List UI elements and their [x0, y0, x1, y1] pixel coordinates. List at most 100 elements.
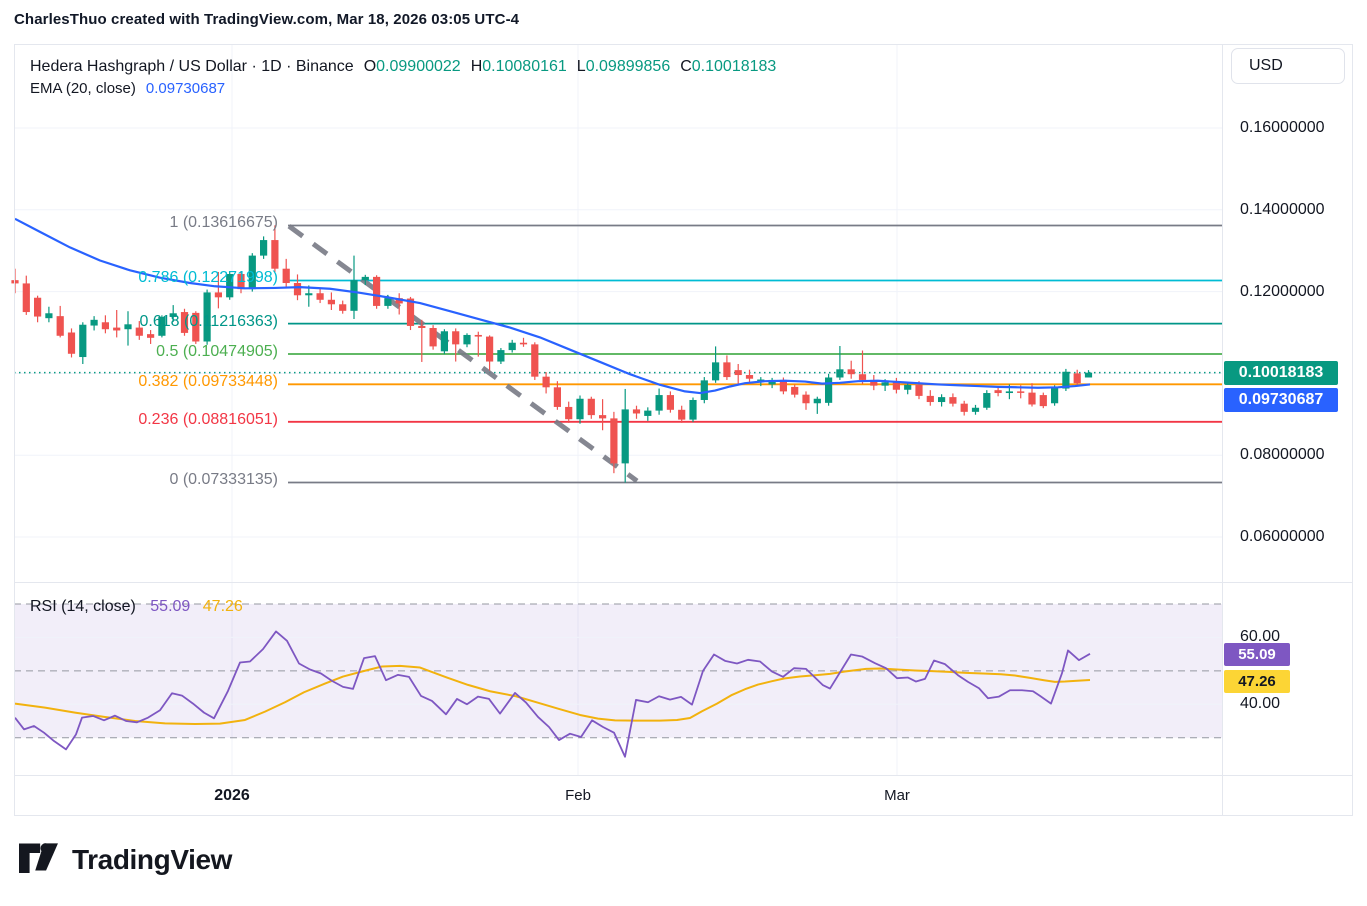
candle-body	[328, 300, 335, 304]
fib-level-label: 0.618 (0.11216363)	[0, 313, 278, 331]
price-axis-separator	[1222, 44, 1223, 815]
candle-body	[791, 387, 798, 395]
candle-body	[486, 337, 493, 362]
time-axis-label: Mar	[884, 787, 910, 804]
candle-body	[520, 343, 527, 345]
candle-body	[938, 397, 945, 402]
candle-body	[441, 331, 448, 351]
candle-body	[633, 409, 640, 413]
candle-body	[452, 331, 459, 344]
candle-body	[339, 304, 346, 311]
candle-body	[463, 335, 470, 344]
ohlc-key: H	[471, 58, 483, 75]
candle-body	[475, 335, 482, 337]
rsi-value-badge: 55.09	[1224, 643, 1290, 666]
candle-body	[1051, 387, 1058, 403]
tradingview-logo-icon	[19, 842, 59, 878]
candle-body	[317, 293, 324, 300]
candle-body	[497, 350, 504, 361]
time-axis-label: 2026	[214, 787, 250, 805]
tradingview-logo-text: TradingView	[72, 844, 232, 876]
candle-body	[610, 418, 617, 463]
time-axis-label: Feb	[565, 787, 591, 804]
price-axis-label: 0.14000000	[1240, 201, 1325, 219]
candle-body	[814, 399, 821, 403]
candle-body	[1006, 391, 1013, 393]
fib-level-label: 0.5 (0.10474905)	[0, 343, 278, 361]
candle-body	[656, 395, 663, 411]
chart-canvas[interactable]	[0, 0, 1367, 906]
candle-body	[949, 397, 956, 404]
candle-body	[622, 409, 629, 463]
candle-body	[430, 328, 437, 346]
candle-body	[995, 390, 1002, 393]
rsi-legend: RSI (14, close) 55.09 47.26	[30, 598, 243, 616]
candle-body	[802, 395, 809, 404]
fib-level-label: 0.382 (0.09733448)	[0, 373, 278, 391]
candle-body	[384, 298, 391, 306]
candle-body	[723, 362, 730, 377]
fib-level-label: 1 (0.13616675)	[0, 214, 278, 232]
candle-body	[147, 334, 154, 338]
candle-body	[576, 399, 583, 419]
last-price-badge: 0.10018183	[1224, 361, 1338, 385]
frame-bottom-border	[14, 815, 1353, 816]
candle-body	[260, 240, 267, 256]
candle-body	[983, 393, 990, 408]
ema-label: EMA (20, close)	[30, 80, 136, 97]
candle-body	[836, 369, 843, 377]
ema-price-badge: 0.09730687	[1224, 388, 1338, 412]
candle-body	[509, 343, 516, 350]
candle-body	[701, 380, 708, 400]
rsi-ma-value: 47.26	[203, 598, 243, 615]
fib-level-label: 0 (0.07333135)	[0, 471, 278, 489]
candle-body	[283, 269, 290, 283]
time-axis-separator	[14, 775, 1353, 776]
candle-body	[825, 377, 832, 402]
candle-body	[904, 385, 911, 390]
rsi-axis-label: 40.00	[1240, 695, 1280, 713]
tradingview-logo[interactable]: TradingView	[19, 842, 232, 878]
candle-body	[23, 283, 30, 312]
candle-body	[1040, 395, 1047, 406]
ohlc-key: C	[680, 58, 692, 75]
price-axis-label: 0.08000000	[1240, 446, 1325, 464]
fib-level-label: 0.786 (0.12271998)	[0, 269, 278, 287]
rsi-value: 55.09	[150, 598, 190, 615]
candle-body	[271, 240, 278, 269]
candle-body	[961, 404, 968, 412]
candle-body	[531, 344, 538, 376]
candle-body	[350, 280, 357, 311]
candle-body	[373, 277, 380, 306]
tradingview-snapshot: CharlesThuo created with TradingView.com…	[0, 0, 1367, 906]
symbol-legend: Hedera Hashgraph / US Dollar · 1D · Bina…	[30, 54, 776, 80]
candle-body	[848, 369, 855, 374]
candle-body	[599, 415, 606, 418]
frame-right-border	[1352, 44, 1353, 815]
candle-body	[565, 407, 572, 419]
rsi-ma-value-badge: 47.26	[1224, 670, 1290, 693]
candle-body	[305, 293, 312, 295]
price-axis-label: 0.06000000	[1240, 528, 1325, 546]
price-axis-label: 0.12000000	[1240, 283, 1325, 301]
fib-level-label: 0.236 (0.08816051)	[0, 411, 278, 429]
symbol-title: Hedera Hashgraph / US Dollar · 1D · Bina…	[30, 58, 354, 75]
candle-body	[735, 370, 742, 375]
candle-body	[915, 385, 922, 396]
frame-left-border	[14, 44, 15, 815]
ema-value: 0.09730687	[146, 80, 225, 97]
candle-body	[972, 408, 979, 412]
candle-body	[1074, 373, 1081, 383]
ema-line[interactable]	[15, 219, 1090, 393]
candle-body	[882, 382, 889, 385]
candle-body	[215, 292, 222, 297]
pane-separator[interactable]	[14, 582, 1353, 583]
candle-body	[1028, 393, 1035, 405]
candle-body	[893, 382, 900, 389]
ema-legend: EMA (20, close) 0.09730687	[30, 80, 225, 97]
rsi-label: RSI (14, close)	[30, 598, 136, 615]
candle-body	[1085, 373, 1092, 378]
currency-button[interactable]: USD	[1231, 48, 1345, 84]
ohlc-value: 0.10018183	[692, 58, 777, 75]
frame-top-border	[14, 44, 1353, 45]
